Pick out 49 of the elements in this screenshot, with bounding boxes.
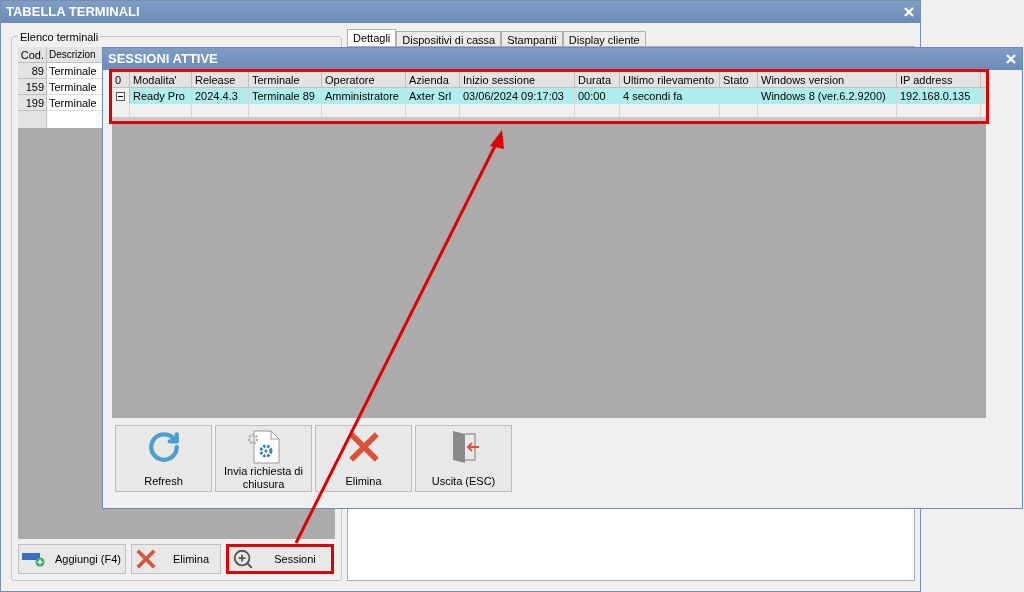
add-icon bbox=[22, 551, 46, 567]
table-cell: 89 bbox=[18, 63, 47, 79]
tab[interactable]: Stampanti bbox=[501, 31, 563, 46]
column-header: Terminale bbox=[249, 72, 322, 87]
table-cell: Ready Pro bbox=[130, 88, 192, 104]
add-button[interactable]: Aggiungi (F4) bbox=[18, 544, 126, 574]
table-cell: 2024.4.3 bbox=[192, 88, 249, 104]
send-button[interactable]: Invia richiesta di chiusura bbox=[215, 425, 312, 492]
table-cell: 192.168.0.135 bbox=[897, 88, 981, 104]
column-header: Stato bbox=[720, 72, 758, 87]
table-cell: 199 bbox=[18, 95, 47, 111]
refresh-button[interactable]: Refresh bbox=[115, 425, 212, 492]
column-header: Cod. bbox=[18, 47, 47, 63]
column-header: Modalita' bbox=[130, 72, 192, 87]
table-cell: Axter Srl bbox=[406, 88, 460, 104]
exit-button[interactable]: Uscita (ESC) bbox=[415, 425, 512, 492]
column-header: 0 bbox=[112, 72, 130, 87]
table-cell: 00:00 bbox=[575, 88, 620, 104]
table-cell: Windows 8 (ver.6.2.9200) bbox=[758, 88, 897, 104]
cross-icon bbox=[135, 548, 157, 570]
document-gear-icon bbox=[246, 429, 281, 465]
table-cell: 159 bbox=[18, 79, 47, 95]
refresh-icon bbox=[146, 430, 181, 464]
sessions-button[interactable]: Sessioni bbox=[226, 544, 334, 574]
cross-icon bbox=[346, 430, 381, 464]
close-icon[interactable] bbox=[1005, 53, 1017, 65]
window-title: TABELLA TERMINALI bbox=[6, 3, 140, 22]
table-cell: Terminale 89 bbox=[249, 88, 322, 104]
table-cell: Amministratore bbox=[322, 88, 406, 104]
table-cell: 03/06/2024 09:17:03 bbox=[460, 88, 575, 104]
column-header: Windows version bbox=[758, 72, 897, 87]
delete-button[interactable]: Elimina bbox=[315, 425, 412, 492]
delete-button[interactable]: Elimina bbox=[131, 544, 221, 574]
column-header: Inizio sessione bbox=[460, 72, 575, 87]
column-header: Release bbox=[192, 72, 249, 87]
collapse-icon[interactable] bbox=[116, 91, 125, 101]
table-cell: 4 secondi fa bbox=[620, 88, 720, 104]
column-header: Operatore bbox=[322, 72, 406, 87]
table-row[interactable]: Ready Pro 2024.4.3 Terminale 89 Amministratore Axter Srl 03/06/2024 09:17:03 00:00 4 secondi fa Windows 8 (ver.6.2.9200) 192.168.0.135 bbox=[112, 88, 986, 104]
zoom-in-icon bbox=[232, 548, 254, 570]
column-header: Azienda bbox=[406, 72, 460, 87]
column-header: IP address bbox=[897, 72, 981, 87]
column-header: Ultimo rilevamento bbox=[620, 72, 720, 87]
tab[interactable]: Dispositivi di cassa bbox=[396, 31, 502, 46]
close-icon[interactable] bbox=[903, 6, 915, 18]
tab[interactable]: Dettagli bbox=[347, 29, 397, 46]
tab[interactable]: Display cliente bbox=[562, 31, 646, 46]
row-header bbox=[18, 111, 47, 128]
column-header: Durata bbox=[575, 72, 620, 87]
